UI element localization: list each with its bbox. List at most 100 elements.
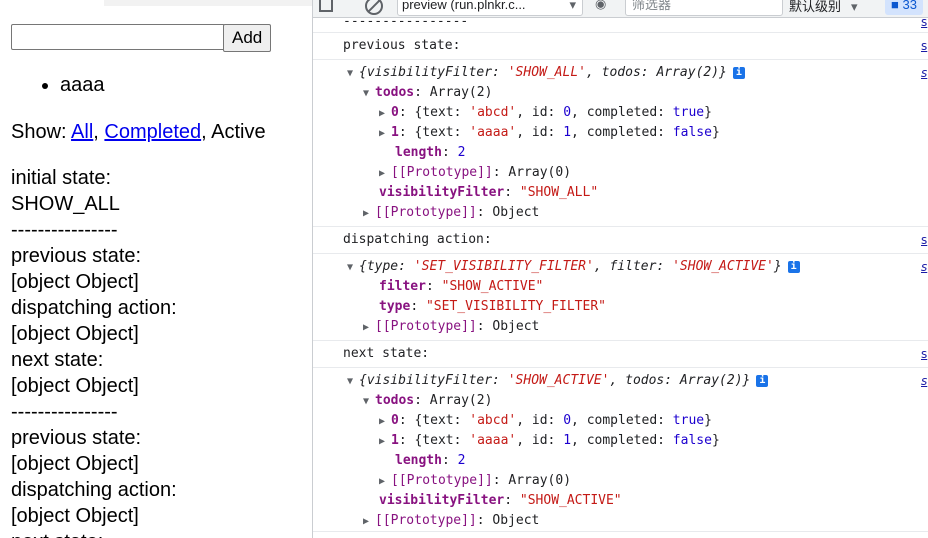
add-todo-form: Add [11, 24, 272, 52]
info-icon[interactable]: i [787, 261, 800, 273]
source-link[interactable]: s [921, 371, 928, 391]
tree-node-prototype[interactable]: ▶ [[Prototype]]: Array(0) [313, 163, 928, 183]
property-value: 2 [457, 145, 466, 160]
triangle-right-icon: ▶ [379, 168, 386, 179]
log-line: [object Object] [11, 375, 139, 397]
show-label: Show: [11, 121, 72, 143]
issues-count: 33 [902, 0, 917, 12]
tree-node-visibility-filter: visibilityFilter: "SHOW_ACTIVE" [379, 493, 622, 508]
filter-all-link[interactable]: All [71, 121, 93, 143]
console-messages: ---------------- s previous state: s ▼ {vis… [313, 14, 928, 532]
log-line: [object Object] [11, 505, 139, 527]
tree-node-visibility-filter: visibilityFilter: "SHOW_ALL" [379, 185, 599, 200]
triangle-right-icon: ▶ [363, 322, 370, 333]
summary-text: } [773, 259, 782, 274]
log-line: SHOW_ALL [11, 193, 120, 215]
tree-node-prototype[interactable]: ▶ [[Prototype]]: Object [313, 317, 928, 337]
property-value: Array(2) [429, 85, 493, 100]
app-page: Add aaaa Show: All, Completed, Active in… [0, 0, 312, 538]
property-value: "SET_VISIBILITY_FILTER" [425, 299, 606, 314]
console-message: next state: s [313, 341, 928, 368]
summary-text: {visibilityFilter: [359, 373, 508, 388]
tree-node-prototype[interactable]: ▶ [[Prototype]]: Array(0) [313, 471, 928, 491]
filter-bar: Show: All, Completed, Active [11, 119, 266, 145]
sidebar-toggle-icon[interactable] [319, 0, 333, 12]
console-message: previous state: s [313, 33, 928, 60]
tree-node-item[interactable]: ▶ 1: {text: 'aaaa', id: 1, completed: fal… [313, 431, 928, 451]
triangle-right-icon: ▶ [363, 208, 370, 219]
property-value: Array(0) [508, 473, 572, 488]
add-button[interactable]: Add [223, 24, 272, 52]
property-value: "SHOW_ACTIVE" [441, 279, 544, 294]
todo-input[interactable] [11, 24, 225, 50]
info-icon[interactable]: i [756, 375, 769, 387]
property-key: visibilityFilter [379, 185, 505, 200]
source-link[interactable]: s [921, 227, 928, 253]
source-link[interactable]: s [921, 33, 928, 59]
page-top-strip [104, 0, 312, 6]
log-line: initial state: [11, 167, 112, 189]
triangle-right-icon: ▶ [379, 108, 386, 119]
log-line: ---------------- [11, 401, 118, 423]
tree-node-todos[interactable]: ▼ todos: Array(2) [313, 83, 928, 103]
property-value: Object [492, 319, 540, 334]
previous-state-label: previous state: [343, 38, 461, 53]
property-value: {text: 'abcd', id: 0, completed: true} [414, 105, 712, 120]
property-key: 0 [391, 413, 399, 428]
property-key: todos [375, 393, 415, 408]
object-summary[interactable]: ▼ {type: 'SET_VISIBILITY_FILTER', filter:… [313, 257, 928, 277]
live-expression-icon[interactable]: ◉ [595, 0, 606, 12]
triangle-down-icon: ▼ [347, 262, 354, 273]
property-key: type [379, 299, 411, 314]
source-link[interactable]: s [921, 257, 928, 277]
property-value: Array(0) [508, 165, 572, 180]
property-key: length [395, 453, 442, 468]
tree-node-item[interactable]: ▶ 0: {text: 'abcd', id: 0, completed: tru… [313, 411, 928, 431]
property-value: {text: 'abcd', id: 0, completed: true} [414, 413, 712, 428]
filter-completed-link[interactable]: Completed [104, 121, 201, 143]
log-line: ---------------- [11, 219, 118, 241]
triangle-down-icon: ▼ [363, 88, 370, 99]
property-value: "SHOW_ALL" [519, 185, 599, 200]
tree-node-prototype[interactable]: ▶ [[Prototype]]: Object [313, 511, 928, 531]
state-log: initial state: SHOW_ALL ---------------- pr… [11, 165, 177, 538]
todo-item[interactable]: aaaa [60, 72, 105, 98]
log-line: [object Object] [11, 453, 139, 475]
property-key: length [395, 145, 442, 160]
log-line: next state: [11, 529, 177, 538]
log-line: next state: [11, 349, 104, 371]
log-line: dispatching action: [11, 297, 177, 319]
property-value: {text: 'aaaa', id: 1, completed: false} [414, 433, 720, 448]
property-key: todos [375, 85, 415, 100]
info-icon[interactable]: i [732, 67, 745, 79]
console-message: ▼ {type: 'SET_VISIBILITY_FILTER', filter:… [313, 254, 928, 341]
source-link[interactable]: s [921, 63, 928, 83]
summary-text: {visibilityFilter: [359, 65, 508, 80]
tree-node-prototype[interactable]: ▶ [[Prototype]]: Object [313, 203, 928, 223]
property-key: visibilityFilter [379, 493, 505, 508]
summary-string: 'SET_VISIBILITY_FILTER' [413, 259, 594, 274]
tree-node-todos[interactable]: ▼ todos: Array(2) [313, 391, 928, 411]
source-link[interactable]: s [921, 12, 928, 32]
log-divider: ---------------- [343, 14, 469, 29]
property-key: 1 [391, 125, 399, 140]
filter-active-current: Active [211, 121, 266, 143]
summary-string: 'SHOW_ALL' [507, 65, 586, 80]
summary-text: , todos: Array(2)} [586, 65, 727, 80]
tree-node-item[interactable]: ▶ 0: {text: 'abcd', id: 0, completed: tru… [313, 103, 928, 123]
object-summary[interactable]: ▼ {visibilityFilter: 'SHOW_ALL', todos: A… [313, 63, 928, 83]
triangle-right-icon: ▶ [363, 516, 370, 527]
triangle-right-icon: ▶ [379, 128, 386, 139]
console-message: ▼ {visibilityFilter: 'SHOW_ALL', todos: A… [313, 60, 928, 227]
property-key: [[Prototype]] [375, 205, 477, 220]
issues-icon: ■ [891, 0, 899, 12]
log-line: [object Object] [11, 323, 139, 345]
source-link[interactable]: s [921, 341, 928, 367]
comma: , [93, 121, 105, 143]
tree-node-item[interactable]: ▶ 1: {text: 'aaaa', id: 1, completed: fal… [313, 123, 928, 143]
property-value: {text: 'aaaa', id: 1, completed: false} [414, 125, 720, 140]
object-summary[interactable]: ▼ {visibilityFilter: 'SHOW_ACTIVE', todos… [313, 371, 928, 391]
property-key: [[Prototype]] [375, 319, 477, 334]
log-line: previous state: [11, 427, 142, 449]
next-state-label: next state: [343, 346, 430, 361]
